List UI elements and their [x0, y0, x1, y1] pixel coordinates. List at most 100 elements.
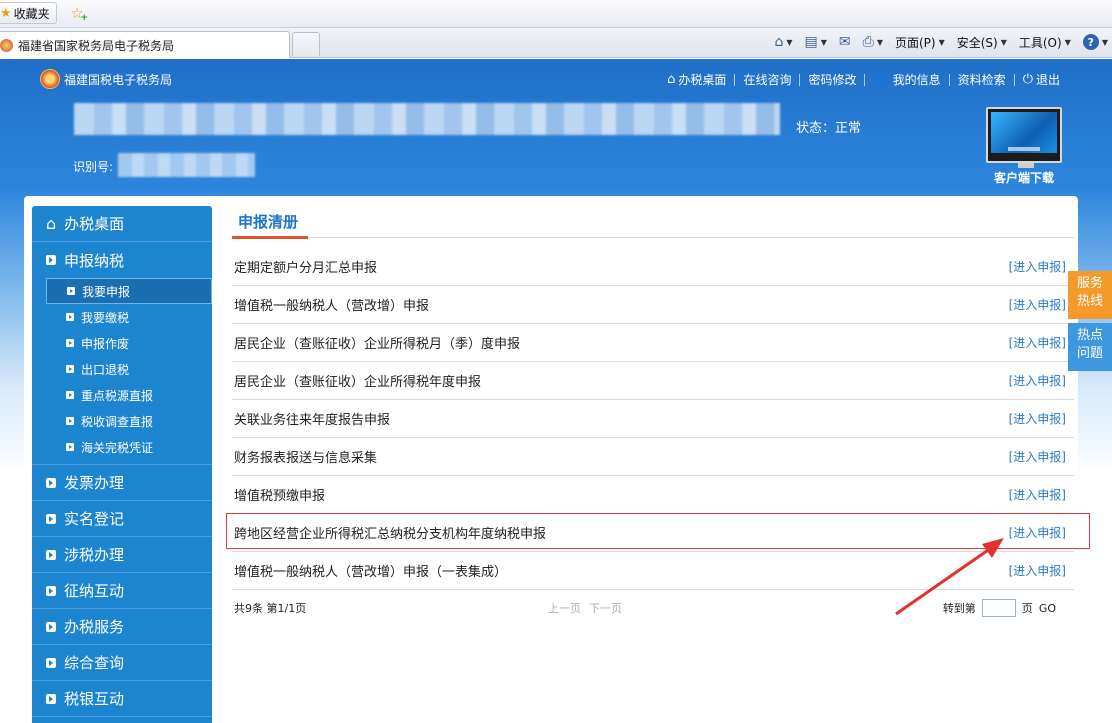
sidebar-item-invoice[interactable]: 发票办理 [32, 465, 212, 501]
enter-declare-link[interactable]: [进入申报] [1009, 296, 1066, 313]
taxpayer-name-redacted [74, 103, 780, 135]
enter-declare-link[interactable]: [进入申报] [1009, 448, 1066, 465]
enter-declare-link[interactable]: [进入申报] [1009, 334, 1066, 351]
new-tab-button[interactable] [292, 32, 320, 56]
favorites-label: 收藏夹 [13, 6, 50, 21]
site-logo[interactable]: 福建国税电子税务局 [40, 69, 172, 89]
sidebar-item-service[interactable]: 办税服务 [32, 609, 212, 645]
page-body: 福建国税电子税务局 ⌂ 办税桌面 在线咨询 密码修改 👤 我的信息 资料检索 ⏻ 退出… [0, 59, 1112, 723]
enter-declare-link[interactable]: [进入申报] [1009, 410, 1066, 427]
enter-declare-link[interactable]: [进入申报] [1009, 524, 1066, 541]
star-icon: ★ [0, 5, 12, 21]
next-page-button[interactable]: 下一页 [589, 600, 622, 616]
list-item: 财务报表报送与信息采集 [进入申报] [232, 438, 1074, 476]
sidebar-item-interaction[interactable]: 征纳互动 [32, 573, 212, 609]
list-item: 增值税一般纳税人（营改增）申报 [进入申报] [232, 286, 1074, 324]
sidebar-item-tax-handling[interactable]: 涉税办理 [32, 537, 212, 573]
page-menu[interactable]: 页面(P) ▼ [895, 34, 945, 51]
sidebar-sub-item-export-refund[interactable]: 出口退税 [32, 356, 212, 382]
mail-button[interactable]: ✉ [839, 34, 851, 50]
bullet-arrow-icon [46, 549, 56, 560]
tab-title: 福建省国家税务局电子税务局 [18, 38, 175, 53]
mail-icon: ✉ [838, 34, 851, 50]
sidebar-item-declare[interactable]: 申报纳税 [32, 242, 212, 278]
nav-desktop[interactable]: ⌂ 办税桌面 [659, 71, 734, 88]
enter-declare-link[interactable]: [进入申报] [1009, 258, 1066, 275]
bullet-arrow-icon [46, 477, 56, 488]
favorites-button[interactable]: ★ 收藏夹 [0, 2, 57, 24]
home-icon: ⌂ [774, 34, 784, 50]
home-icon: ⌂ [46, 214, 57, 233]
taxpayer-id-redacted [118, 153, 255, 177]
browser-tab-active[interactable]: 福建省国家税务局电子税务局 [0, 31, 290, 58]
list-item: 增值税一般纳税人（营改增）申报（一表集成） [进入申报] [232, 552, 1074, 590]
sidebar-sub-item-void-declare[interactable]: 申报作废 [32, 330, 212, 356]
bullet-arrow-icon [46, 585, 56, 596]
bullet-arrow-icon [66, 339, 74, 347]
id-label: 识别号: [73, 160, 114, 174]
safety-menu[interactable]: 安全(S) ▼ [957, 34, 1007, 51]
site-favicon-icon [0, 38, 13, 52]
command-bar: ⌂ ▼ ▤ ▼ ✉ ⎙ ▼ 页面(P) ▼ 安全(S) ▼ 工具(O) ▼ ? ▼ [774, 28, 1112, 56]
rss-icon: ▤ [804, 34, 818, 50]
sidebar-sub-item-customs[interactable]: 海关完税凭证 [32, 434, 212, 460]
site-logo-text: 福建国税电子税务局 [64, 72, 173, 87]
enter-declare-link[interactable]: [进入申报] [1009, 486, 1066, 503]
sidebar-item-bank[interactable]: 税银互动 [32, 681, 212, 717]
client-download[interactable]: 客户端下载 [984, 107, 1064, 189]
user-icon: 👤 [873, 72, 890, 87]
home-icon: ⌂ [667, 72, 676, 87]
bullet-arrow-icon [66, 313, 74, 321]
bullet-arrow-icon [66, 443, 74, 451]
pagination: 共9条 第1/1页 上一页 下一页 转到第 页 GO [234, 598, 1056, 618]
power-icon: ⏻ [1022, 72, 1033, 87]
add-favorite-icon[interactable]: ☆ + [66, 3, 88, 23]
list-item: 关联业务往来年度报告申报 [进入申报] [232, 400, 1074, 438]
list-item: 定期定额户分月汇总申报 [进入申报] [232, 248, 1074, 286]
bullet-arrow-icon [67, 287, 75, 295]
browser-tab-bar: 福建省国家税务局电子税务局 ⌂ ▼ ▤ ▼ ✉ ⎙ ▼ 页面(P) ▼ 安全(S) ▼ 工… [0, 28, 1112, 58]
sidebar-item-realname[interactable]: 实名登记 [32, 501, 212, 537]
prev-page-button[interactable]: 上一页 [548, 600, 581, 616]
enter-declare-link[interactable]: [进入申报] [1009, 562, 1066, 579]
bullet-arrow-icon [66, 365, 74, 373]
client-download-label: 客户端下载 [993, 171, 1054, 185]
bullet-arrow-icon [46, 255, 56, 265]
sidebar-item-desktop[interactable]: ⌂ 办税桌面 [32, 206, 212, 242]
sidebar-sub-item-key-source[interactable]: 重点税源直报 [32, 382, 212, 408]
sidebar-submenu: 我要申报 我要缴税 申报作废 出口退税 重点税源直报 税收调查直报 海关完税凭证 [32, 278, 212, 465]
sidebar-sub-item-survey[interactable]: 税收调查直报 [32, 408, 212, 434]
home-button[interactable]: ⌂ ▼ [774, 34, 792, 50]
pager-info: 共9条 第1/1页 [234, 602, 307, 615]
go-button[interactable]: GO [1039, 602, 1056, 615]
help-menu[interactable]: ? ▼ [1082, 34, 1108, 50]
service-hotline-tab[interactable]: 服务 热线 [1068, 271, 1112, 319]
bullet-arrow-icon [46, 693, 56, 704]
feeds-button[interactable]: ▤ ▼ [804, 34, 826, 50]
list-item: 增值税预缴申报 [进入申报] [232, 476, 1074, 514]
nav-docs[interactable]: 资料检索 [950, 71, 1014, 88]
nav-logout[interactable]: ⏻ 退出 [1015, 71, 1068, 88]
bullet-arrow-icon [66, 391, 74, 399]
section-header: 申报清册 [232, 208, 1074, 239]
nav-consult[interactable]: 在线咨询 [735, 71, 799, 88]
content-area: 申报清册 定期定额户分月汇总申报 [进入申报] 增值税一般纳税人（营改增）申报 [进… [226, 196, 1090, 723]
help-icon: ? [1082, 34, 1099, 50]
section-title: 申报清册 [238, 213, 299, 231]
print-button[interactable]: ⎙ ▼ [863, 34, 883, 50]
page-unit-label: 页 [1021, 602, 1033, 615]
hot-questions-tab[interactable]: 热点 问题 [1068, 323, 1112, 371]
tools-menu[interactable]: 工具(O) ▼ [1019, 34, 1071, 51]
sidebar-item-query[interactable]: 综合查询 [32, 645, 212, 681]
nav-my-info[interactable]: 👤 我的信息 [865, 71, 948, 88]
nav-password[interactable]: 密码修改 [800, 71, 864, 88]
status-text: 状态：正常 [796, 121, 862, 136]
list-item-highlighted: 跨地区经营企业所得税汇总纳税分支机构年度纳税申报 [进入申报] [226, 513, 1090, 552]
sidebar-sub-item-my-declare[interactable]: 我要申报 [46, 278, 212, 304]
top-nav: ⌂ 办税桌面 在线咨询 密码修改 👤 我的信息 资料检索 ⏻ 退出 [659, 71, 1068, 88]
enter-declare-link[interactable]: [进入申报] [1009, 372, 1066, 389]
goto-page-input[interactable] [981, 599, 1016, 617]
national-emblem-icon [40, 69, 60, 89]
browser-toolbar: ★ 收藏夹 ☆ + [0, 0, 1112, 28]
sidebar-sub-item-pay-tax[interactable]: 我要缴税 [32, 304, 212, 330]
